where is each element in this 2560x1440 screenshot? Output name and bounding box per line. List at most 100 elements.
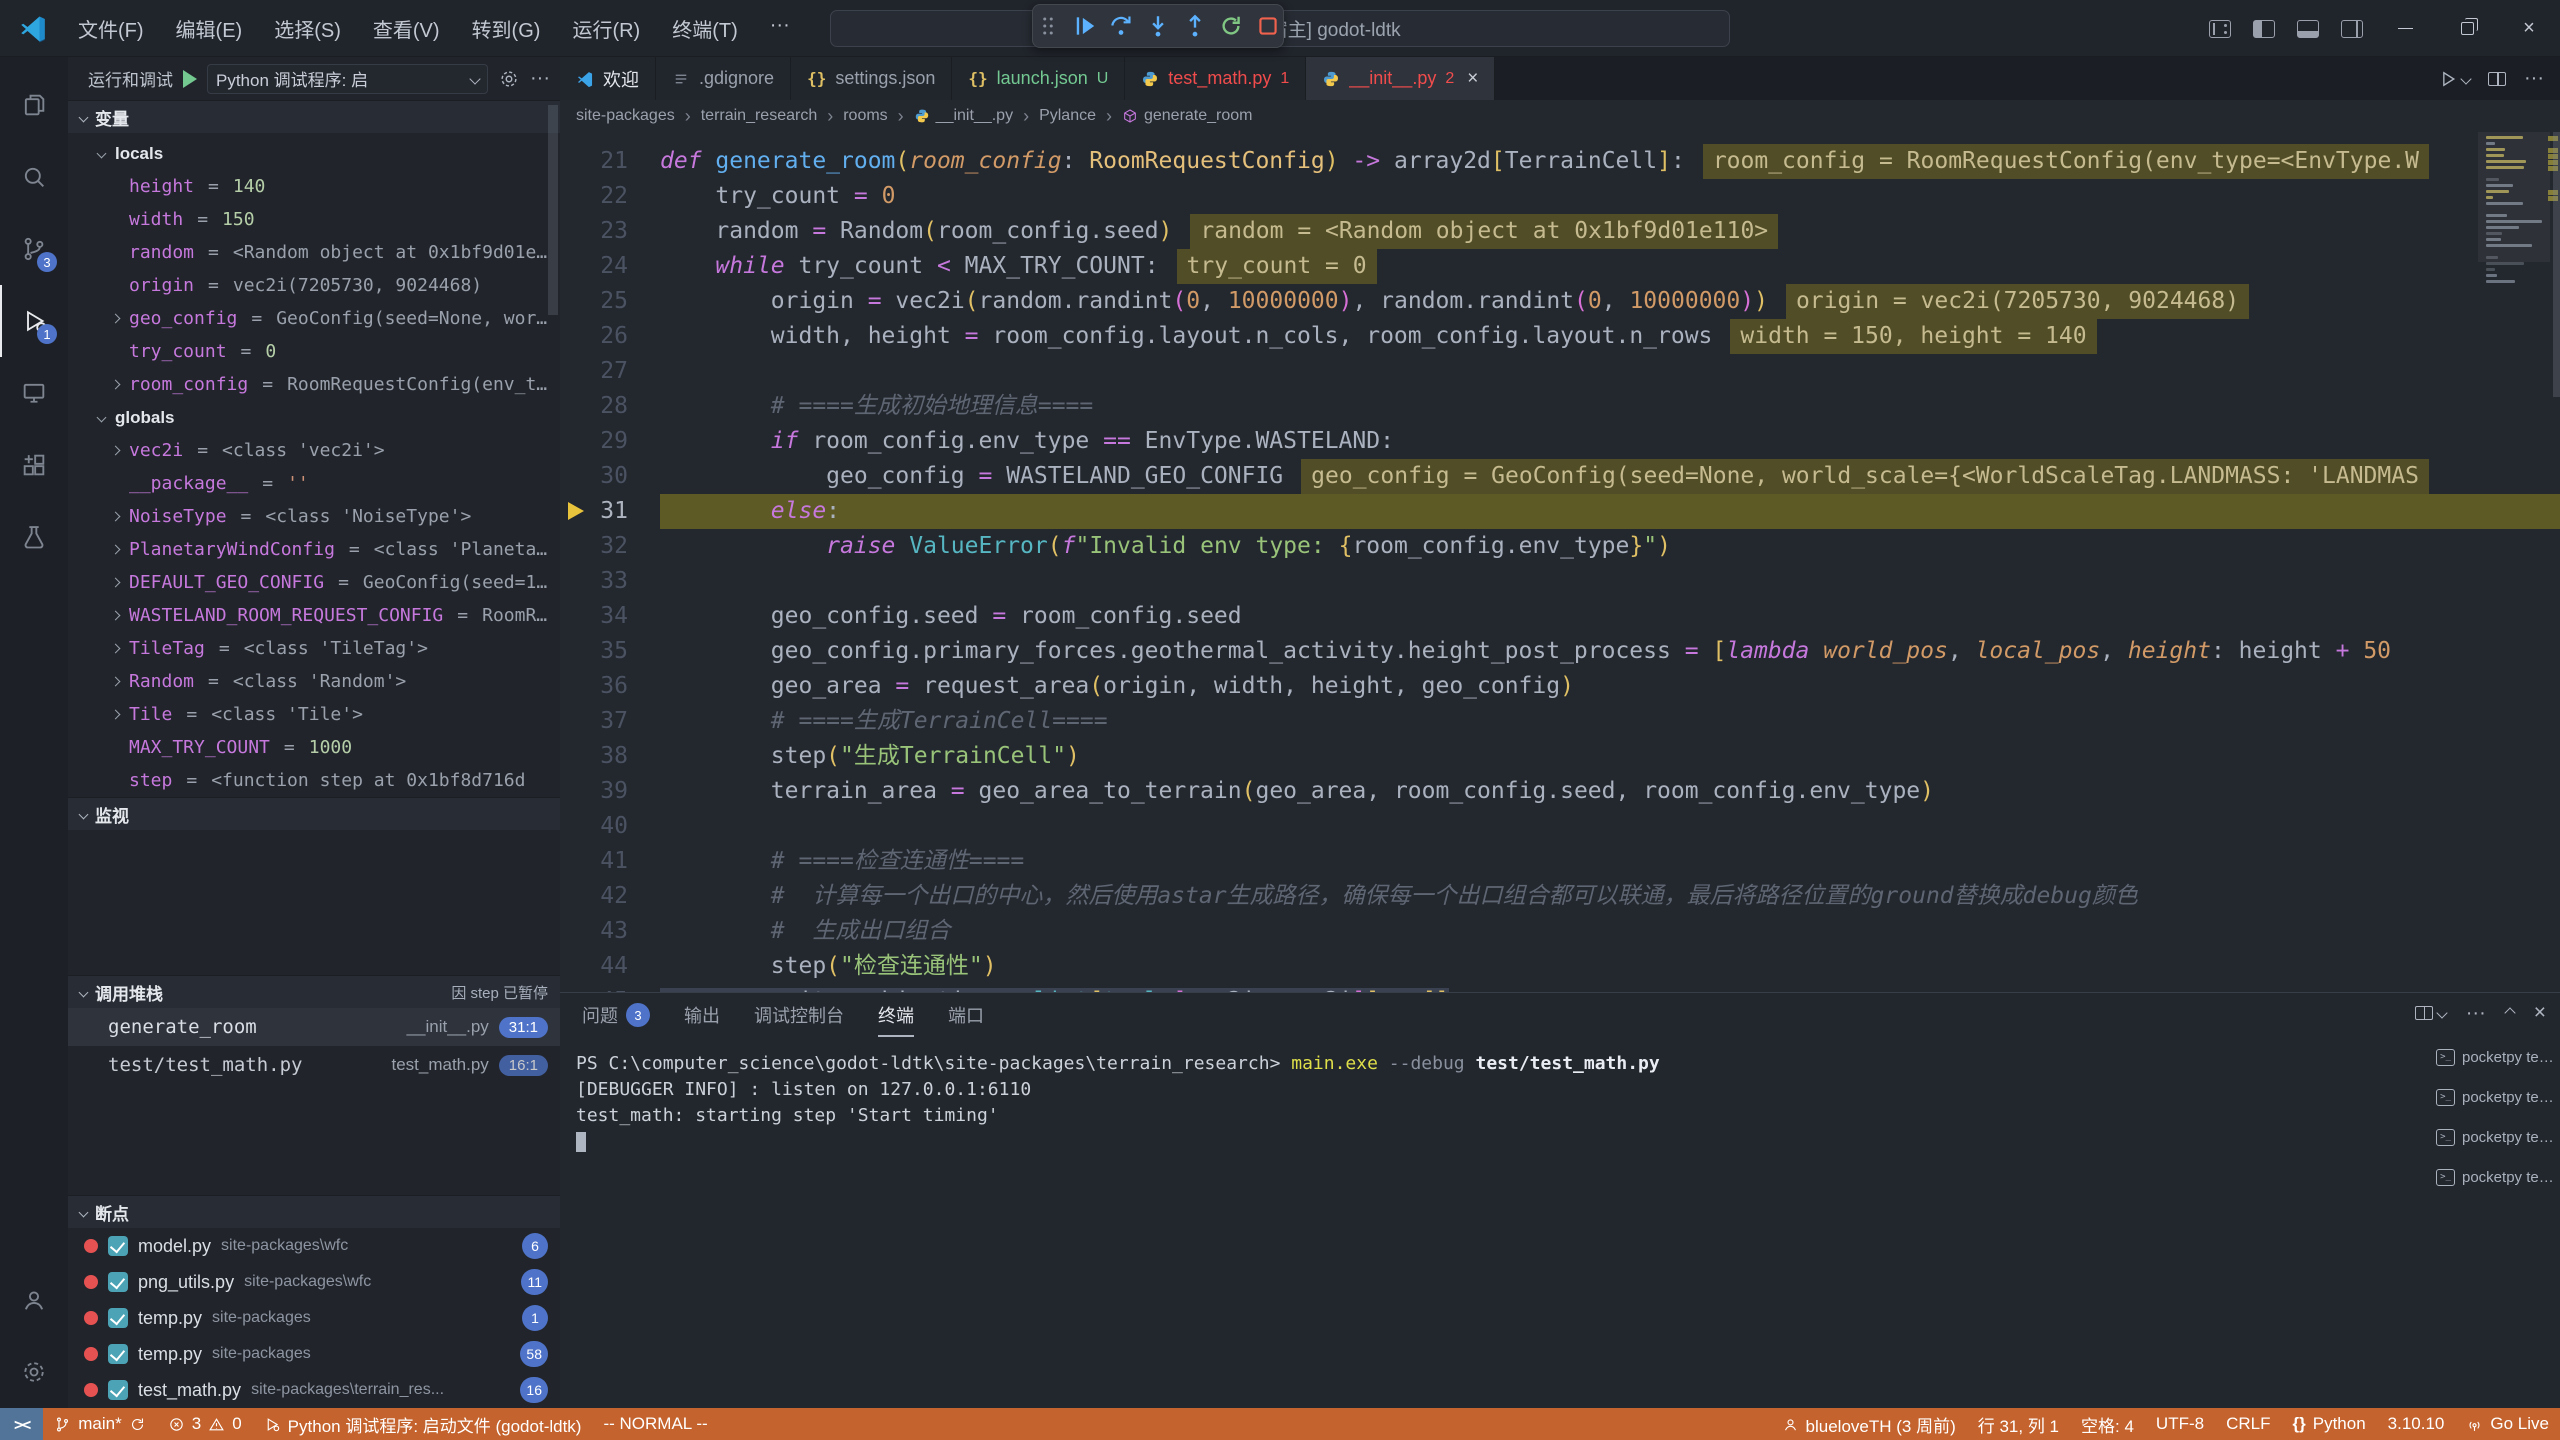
variable-row[interactable]: PlanetaryWindConfig=<class 'Planeta… bbox=[68, 533, 560, 566]
variable-row[interactable]: height=140 bbox=[68, 170, 560, 203]
panel-tab-调试控制台[interactable]: 调试控制台 bbox=[754, 993, 844, 1037]
menu-item-5[interactable]: 运行(R) bbox=[556, 8, 656, 49]
statusbar-language-mode[interactable]: {}Python bbox=[2282, 1408, 2377, 1440]
tab-[interactable]: 欢迎 bbox=[560, 57, 656, 100]
maximize-panel-icon[interactable] bbox=[2504, 1007, 2515, 1018]
more-actions-icon[interactable]: ··· bbox=[530, 67, 550, 90]
variable-row[interactable]: TileTag=<class 'TileTag'> bbox=[68, 632, 560, 665]
run-python-file-button[interactable] bbox=[2438, 69, 2470, 89]
variable-row[interactable]: Random=<class 'Random'> bbox=[68, 665, 560, 698]
split-terminal-button[interactable] bbox=[2415, 1006, 2446, 1020]
statusbar-problems[interactable]: 30 bbox=[157, 1408, 253, 1440]
terminal-instance[interactable]: >_pocketpy te… bbox=[2430, 1161, 2560, 1193]
variable-row[interactable]: room_config=RoomRequestConfig(env_t… bbox=[68, 368, 560, 401]
statusbar-git-branch[interactable]: main* bbox=[43, 1408, 156, 1440]
activity-search[interactable] bbox=[0, 141, 68, 213]
variable-row[interactable]: __package__='' bbox=[68, 467, 560, 500]
statusbar-indentation[interactable]: 空格: 4 bbox=[2070, 1408, 2145, 1440]
activity-testing[interactable] bbox=[0, 501, 68, 573]
tab-settings.json[interactable]: {}settings.json bbox=[791, 57, 952, 100]
toggle-panel-icon[interactable] bbox=[2297, 20, 2319, 38]
breadcrumb-item[interactable]: terrain_research bbox=[701, 107, 818, 125]
variable-row[interactable]: WASTELAND_ROOM_REQUEST_CONFIG=RoomR… bbox=[68, 599, 560, 632]
tab-launch.json[interactable]: {}launch.jsonU bbox=[952, 57, 1125, 100]
activity-source-control[interactable]: 3 bbox=[0, 213, 68, 285]
variable-row[interactable]: Tile=<class 'Tile'> bbox=[68, 698, 560, 731]
variable-row[interactable]: MAX_TRY_COUNT=1000 bbox=[68, 731, 560, 764]
minimap-slider[interactable] bbox=[2478, 132, 2550, 262]
breakpoint-row[interactable]: temp.pysite-packages1 bbox=[68, 1300, 560, 1336]
statusbar-vim-mode[interactable]: -- NORMAL -- bbox=[592, 1408, 718, 1440]
statusbar-encoding[interactable]: UTF-8 bbox=[2145, 1408, 2215, 1440]
callstack-section-header[interactable]: 调用堆栈 因 step 已暂停 bbox=[68, 975, 560, 1008]
activity-accounts[interactable] bbox=[0, 1264, 68, 1336]
breakpoint-checkbox[interactable] bbox=[108, 1344, 128, 1364]
variable-row[interactable]: DEFAULT_GEO_CONFIG=GeoConfig(seed=1… bbox=[68, 566, 560, 599]
customize-layout-icon[interactable] bbox=[2209, 20, 2231, 38]
panel-tab-终端[interactable]: 终端 bbox=[878, 993, 914, 1037]
terminal-instance[interactable]: >_pocketpy te… bbox=[2430, 1121, 2560, 1153]
variable-row[interactable]: try_count=0 bbox=[68, 335, 560, 368]
close-panel-icon[interactable]: × bbox=[2534, 1001, 2546, 1025]
breadcrumb-item[interactable]: rooms bbox=[843, 107, 887, 125]
panel-tab-端口[interactable]: 端口 bbox=[948, 993, 984, 1037]
terminal-instance[interactable]: >_pocketpy te… bbox=[2430, 1041, 2560, 1073]
breadcrumb-item[interactable]: generate_room bbox=[1122, 107, 1253, 125]
variable-row[interactable]: NoiseType=<class 'NoiseType'> bbox=[68, 500, 560, 533]
variable-row[interactable]: geo_config=GeoConfig(seed=None, wor… bbox=[68, 302, 560, 335]
window-restore-button[interactable] bbox=[2436, 0, 2498, 57]
tab-test_math.py[interactable]: test_math.py1 bbox=[1125, 57, 1306, 100]
breakpoint-row[interactable]: model.pysite-packages\wfc6 bbox=[68, 1228, 560, 1264]
breakpoint-checkbox[interactable] bbox=[108, 1308, 128, 1328]
menu-item-1[interactable]: 编辑(E) bbox=[160, 8, 259, 49]
menu-item-2[interactable]: 选择(S) bbox=[258, 8, 357, 49]
restart-button[interactable] bbox=[1216, 10, 1247, 42]
breadcrumb-item[interactable]: Pylance bbox=[1039, 107, 1096, 125]
close-icon[interactable]: × bbox=[1467, 68, 1478, 90]
editor-scrollbar[interactable] bbox=[2553, 132, 2560, 397]
breakpoints-section-header[interactable]: 断点 bbox=[68, 1195, 560, 1228]
variable-row[interactable]: width=150 bbox=[68, 203, 560, 236]
breadcrumb-item[interactable]: site-packages bbox=[576, 107, 675, 125]
stop-button[interactable] bbox=[1252, 10, 1283, 42]
statusbar-remote-indicator[interactable]: >< bbox=[0, 1408, 43, 1440]
statusbar-python-version[interactable]: 3.10.10 bbox=[2377, 1408, 2456, 1440]
toggle-secondary-sidebar-icon[interactable] bbox=[2341, 20, 2363, 38]
variable-row[interactable]: origin=vec2i(7205730, 9024468) bbox=[68, 269, 560, 302]
variables-group-locals[interactable]: locals bbox=[68, 137, 560, 170]
activity-settings[interactable] bbox=[0, 1336, 68, 1408]
step-out-button[interactable] bbox=[1179, 10, 1210, 42]
breakpoint-checkbox[interactable] bbox=[108, 1236, 128, 1256]
gear-icon[interactable] bbox=[498, 68, 520, 90]
variable-row[interactable]: random=<Random object at 0x1bf9d01e… bbox=[68, 236, 560, 269]
code-editor[interactable]: 21def generate_room(room_config: RoomReq… bbox=[560, 132, 2560, 992]
watch-section-header[interactable]: 监视 bbox=[68, 797, 560, 830]
step-into-button[interactable] bbox=[1143, 10, 1174, 42]
statusbar-gitlens-author[interactable]: blueloveTH (3 周前) bbox=[1771, 1408, 1967, 1440]
statusbar-go-live[interactable]: Go Live bbox=[2455, 1408, 2560, 1440]
breakpoint-row[interactable]: png_utils.pysite-packages\wfc11 bbox=[68, 1264, 560, 1300]
statusbar-cursor-position[interactable]: 行 31, 列 1 bbox=[1967, 1408, 2070, 1440]
menu-item-7[interactable]: ··· bbox=[754, 8, 806, 49]
tab-.gdignore[interactable]: .gdignore bbox=[656, 57, 791, 100]
panel-tab-问题[interactable]: 问题3 bbox=[582, 993, 650, 1037]
activity-explorer[interactable] bbox=[0, 69, 68, 141]
start-debug-button[interactable] bbox=[183, 70, 197, 88]
menu-item-4[interactable]: 转到(G) bbox=[456, 8, 557, 49]
activity-remote-explorer[interactable] bbox=[0, 357, 68, 429]
breakpoint-checkbox[interactable] bbox=[108, 1380, 128, 1400]
variables-group-globals[interactable]: globals bbox=[68, 401, 560, 434]
callstack-frame[interactable]: generate_room__init__.py31:1 bbox=[68, 1008, 560, 1046]
editor-more-actions-icon[interactable]: ··· bbox=[2524, 67, 2544, 90]
debug-config-dropdown[interactable]: Python 调试程序: 启 bbox=[207, 64, 488, 94]
tab-__init__.py[interactable]: __init__.py2× bbox=[1306, 57, 1495, 100]
step-over-button[interactable] bbox=[1106, 10, 1137, 42]
split-editor-icon[interactable] bbox=[2488, 72, 2506, 86]
sidebar-scrollbar[interactable] bbox=[548, 105, 558, 315]
window-close-button[interactable]: × bbox=[2498, 0, 2560, 57]
panel-tab-输出[interactable]: 输出 bbox=[684, 993, 720, 1037]
window-minimize-button[interactable] bbox=[2374, 0, 2436, 57]
variable-row[interactable]: vec2i=<class 'vec2i'> bbox=[68, 434, 560, 467]
statusbar-debug-config[interactable]: Python 调试程序: 启动文件 (godot-ldtk) bbox=[253, 1408, 593, 1440]
breakpoint-row[interactable]: test_math.pysite-packages\terrain_res...… bbox=[68, 1372, 560, 1408]
